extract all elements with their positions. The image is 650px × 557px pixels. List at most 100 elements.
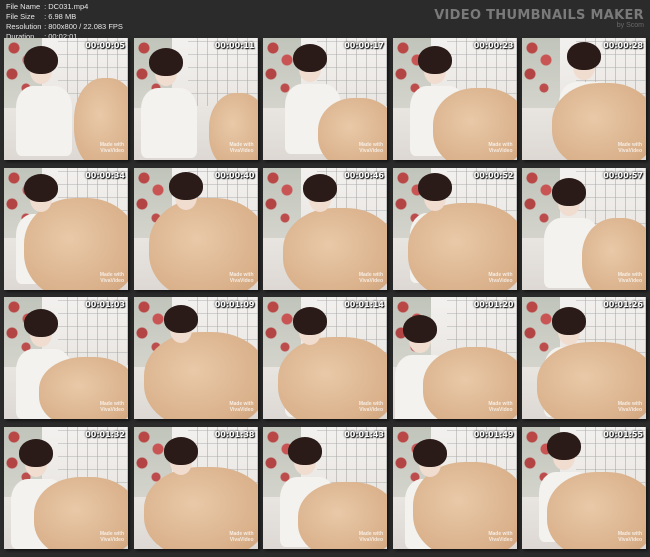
file-info-panel: File Name : DC031.mp4 File Size : 6.98 M… [6,2,123,42]
vivavideo-watermark: Made with VivaVideo [229,142,253,154]
woman-hair [24,309,58,337]
brand-subtitle: by Scom [616,22,644,29]
video-thumbnail[interactable]: 00:01:20 Made with VivaVideo [392,297,517,419]
vivavideo-watermark: Made with VivaVideo [488,401,512,413]
watermark-line-2: VivaVideo [618,407,642,413]
vivavideo-watermark: Made with VivaVideo [488,531,512,543]
watermark-line-1: Made with [617,271,642,278]
woman-hair [552,307,586,335]
vivavideo-watermark: Made with VivaVideo [100,401,124,413]
resolution-row: Resolution : 800x800 / 22.083 FPS [6,22,123,32]
video-thumbnail[interactable]: 00:01:14 Made with VivaVideo [263,297,387,419]
watermark-line-2: VivaVideo [359,148,383,154]
brand-title: VIDEO THUMBNAILS MAKER [434,8,644,23]
vivavideo-watermark: Made with VivaVideo [618,272,642,284]
watermark-line-2: VivaVideo [229,148,254,154]
video-thumbnail[interactable]: 00:00:34 Made with VivaVideo [4,167,128,290]
watermark-line-1: Made with [99,530,124,537]
video-thumbnail[interactable]: 00:00:17 Made with VivaVideo [263,38,387,160]
watermark-line-2: VivaVideo [100,536,124,543]
thumbnail-timestamp: 00:00:40 [214,170,255,180]
thumbnail-timestamp: 00:00:11 [214,41,255,50]
watermark-line-2: VivaVideo [618,277,642,284]
vivavideo-watermark: Made with VivaVideo [618,142,642,154]
woman-hair [24,173,58,202]
file-name-value: : DC031.mp4 [44,2,89,11]
vivavideo-watermark: Made with VivaVideo [100,142,124,154]
video-thumbnail[interactable]: 00:00:23 Made with VivaVideo [392,38,517,160]
watermark-line-1: Made with [617,530,642,537]
flowers-graphic [522,38,560,108]
woman-hair [148,48,183,76]
video-thumbnail[interactable]: 00:00:57 Made with VivaVideo [522,167,646,290]
video-thumbnail[interactable]: 00:00:46 Made with VivaVideo [263,167,387,290]
woman-hair [412,438,447,467]
file-size-row: File Size : 6.98 MB [6,12,123,22]
vivavideo-watermark: Made with VivaVideo [100,531,124,543]
vivavideo-watermark: Made with VivaVideo [229,401,253,413]
vivavideo-watermark: Made with VivaVideo [229,531,253,543]
woman-hair [417,46,452,74]
vivavideo-watermark: Made with VivaVideo [488,272,512,284]
watermark-line-1: Made with [229,530,254,537]
resolution-label: Resolution [6,22,42,31]
watermark-line-1: Made with [358,530,383,537]
thumbnail-timestamp: 00:00:46 [344,170,384,180]
watermark-line-2: VivaVideo [100,407,124,413]
video-thumbnail[interactable]: 00:01:55 Made with VivaVideo [522,426,646,549]
vivavideo-watermark: Made with VivaVideo [100,272,124,284]
watermark-line-1: Made with [488,530,513,537]
vivavideo-watermark: Made with VivaVideo [359,401,383,413]
thumbnail-timestamp: 00:01:03 [85,300,125,309]
video-thumbnail[interactable]: 00:01:26 Made with VivaVideo [522,297,646,419]
woman-hair [417,172,452,201]
vivavideo-watermark: Made with VivaVideo [359,531,383,543]
thumbnail-timestamp: 00:01:32 [85,429,125,439]
watermark-line-1: Made with [229,271,254,278]
vivavideo-watermark: Made with VivaVideo [359,142,383,154]
woman-hair [293,307,327,335]
video-thumbnail[interactable]: 00:01:49 Made with VivaVideo [392,426,517,549]
video-thumbnail[interactable]: 00:01:43 Made with VivaVideo [263,426,387,549]
video-thumbnail[interactable]: 00:00:40 Made with VivaVideo [133,167,258,290]
thumbnail-timestamp: 00:00:57 [603,170,643,180]
woman-dress [16,86,72,156]
video-thumbnail[interactable]: 00:01:32 Made with VivaVideo [4,426,128,549]
video-thumbnail[interactable]: 00:00:11 Made with VivaVideo [133,38,258,160]
thumbnail-timestamp: 00:01:38 [214,429,255,439]
watermark-line-1: Made with [99,271,124,278]
woman-hair [19,438,53,467]
file-size-label: File Size [6,12,35,21]
vivavideo-watermark: Made with VivaVideo [229,272,253,284]
woman-hair [402,315,437,343]
video-thumbnail[interactable]: 00:00:05 Made with VivaVideo [4,38,128,160]
contact-sheet: File Name : DC031.mp4 File Size : 6.98 M… [0,0,650,557]
woman-hair [168,171,203,200]
thumbnail-timestamp: 00:01:43 [344,429,384,439]
video-thumbnail[interactable]: 00:01:38 Made with VivaVideo [133,426,258,549]
watermark-line-2: VivaVideo [100,148,124,154]
thumbnail-timestamp: 00:00:23 [473,41,514,50]
watermark-line-2: VivaVideo [229,536,254,543]
vivavideo-watermark: Made with VivaVideo [359,272,383,284]
woman-hair [163,436,198,465]
woman-dress [140,88,197,158]
video-thumbnail[interactable]: 00:00:52 Made with VivaVideo [392,167,517,290]
watermark-line-2: VivaVideo [229,407,254,413]
video-thumbnail[interactable]: 00:00:28 Made with VivaVideo [522,38,646,160]
video-thumbnail[interactable]: 00:01:09 Made with VivaVideo [133,297,258,419]
woman-hair [547,431,581,460]
thumbnail-timestamp: 00:00:28 [603,41,643,50]
thumbnail-timestamp: 00:00:05 [85,41,125,50]
thumbnail-timestamp: 00:01:55 [603,429,643,439]
watermark-line-2: VivaVideo [359,277,383,284]
video-thumbnail[interactable]: 00:01:03 Made with VivaVideo [4,297,128,419]
vivavideo-watermark: Made with VivaVideo [488,142,512,154]
thumbnail-timestamp: 00:01:20 [473,300,514,309]
brand-logo: VIDEO THUMBNAILS MAKER by Scom [434,8,644,29]
watermark-line-2: VivaVideo [618,536,642,543]
file-name-row: File Name : DC031.mp4 [6,2,123,12]
watermark-line-1: Made with [358,271,383,278]
watermark-line-2: VivaVideo [488,277,513,284]
woman-hair [293,44,327,72]
